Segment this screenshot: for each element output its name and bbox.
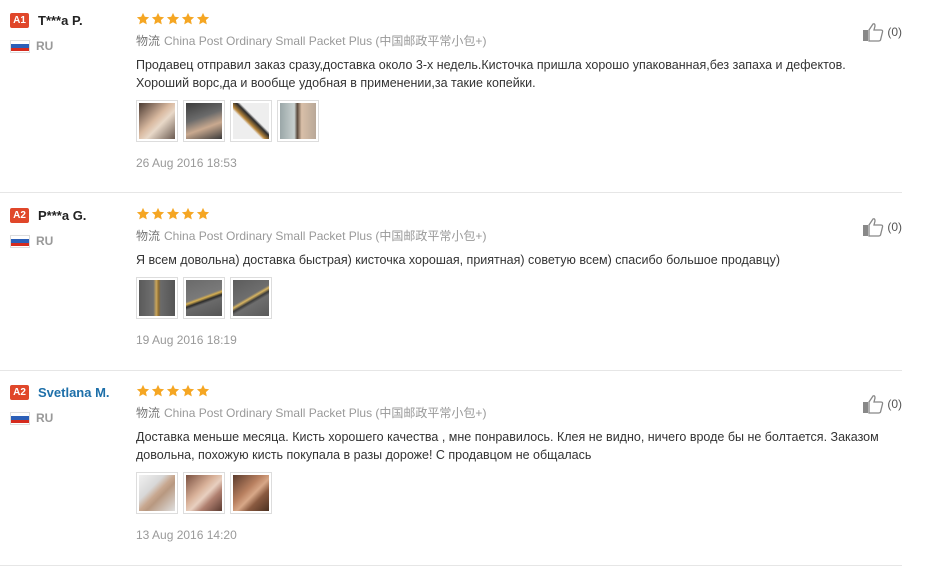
logistics-method: China Post Ordinary Small Packet Plus (中… <box>164 406 487 420</box>
star-icon <box>181 384 195 397</box>
rating-stars <box>136 10 896 28</box>
buyer-level-badge: A2 <box>10 384 29 400</box>
logistics-label: 物流 <box>136 229 161 243</box>
review-photo-thumbnail[interactable] <box>183 277 225 319</box>
star-icon <box>166 384 180 397</box>
logistics-label: 物流 <box>136 406 161 420</box>
logistics-info: 物流 China Post Ordinary Small Packet Plus … <box>136 404 896 422</box>
star-icon <box>136 384 150 397</box>
review-text: Я всем довольна) доставка быстрая) кисто… <box>136 253 780 267</box>
reviewer-country: RU <box>36 39 54 53</box>
star-icon <box>181 207 195 220</box>
reviewer-country: RU <box>36 411 54 425</box>
review-text: Доставка меньше месяца. Кисть хорошего к… <box>136 430 879 462</box>
star-icon <box>151 207 165 220</box>
review-item: A2 P***a G. RU 物流 China Post Ordinary Sma… <box>0 205 902 371</box>
review-photo-thumbnail[interactable] <box>230 472 272 514</box>
buyer-level-badge: A1 <box>10 12 29 28</box>
star-icon <box>196 207 210 220</box>
star-icon <box>136 12 150 25</box>
review-date: 13 Aug 2016 14:20 <box>136 528 237 542</box>
logistics-method: China Post Ordinary Small Packet Plus (中… <box>164 34 487 48</box>
review-photo-thumbnail[interactable] <box>183 472 225 514</box>
russia-flag-icon <box>10 234 30 248</box>
star-icon <box>196 12 210 25</box>
star-icon <box>166 12 180 25</box>
star-icon <box>151 12 165 25</box>
russia-flag-icon <box>10 411 30 425</box>
logistics-label: 物流 <box>136 34 161 48</box>
logistics-info: 物流 China Post Ordinary Small Packet Plus … <box>136 32 896 50</box>
thumbs-up-icon <box>863 395 884 414</box>
thumbs-up-icon <box>863 218 884 237</box>
star-icon <box>181 12 195 25</box>
reviewer-name[interactable]: Svetlana M. <box>38 385 110 400</box>
buyer-level-badge: A2 <box>10 207 29 223</box>
rating-stars <box>136 382 896 400</box>
review-content: 物流 China Post Ordinary Small Packet Plus … <box>136 10 896 170</box>
logistics-info: 物流 China Post Ordinary Small Packet Plus … <box>136 227 896 245</box>
reviewer-info: A2 P***a G. RU <box>10 205 130 249</box>
review-date: 26 Aug 2016 18:53 <box>136 156 237 170</box>
review-photo-thumbnail[interactable] <box>136 100 178 142</box>
review-photo-thumbnail[interactable] <box>136 472 178 514</box>
star-icon <box>151 384 165 397</box>
review-item: A2 Svetlana M. RU 物流 China Post Ordinary … <box>0 382 902 566</box>
review-content: 物流 China Post Ordinary Small Packet Plus … <box>136 205 896 347</box>
review-photo-thumbnail[interactable] <box>230 277 272 319</box>
review-photo-thumbnail[interactable] <box>183 100 225 142</box>
rating-stars <box>136 205 896 223</box>
russia-flag-icon <box>10 39 30 53</box>
star-icon <box>196 384 210 397</box>
review-item: A1 T***a P. RU 物流 China Post Ordinary Sma… <box>0 10 902 193</box>
reviewer-info: A1 T***a P. RU <box>10 10 130 54</box>
review-photos <box>136 277 896 319</box>
review-photo-thumbnail[interactable] <box>136 277 178 319</box>
review-text: Продавец отправил заказ сразу,доставка о… <box>136 58 846 90</box>
star-icon <box>166 207 180 220</box>
review-content: 物流 China Post Ordinary Small Packet Plus … <box>136 382 896 542</box>
reviewer-country: RU <box>36 234 54 248</box>
helpful-button[interactable]: (0) <box>862 217 902 237</box>
helpful-count: (0) <box>887 397 902 411</box>
helpful-button[interactable]: (0) <box>862 394 902 414</box>
helpful-count: (0) <box>887 25 902 39</box>
thumbs-up-icon <box>863 23 884 42</box>
reviewer-name: P***a G. <box>38 207 87 223</box>
review-photos <box>136 100 896 142</box>
star-icon <box>136 207 150 220</box>
review-date: 19 Aug 2016 18:19 <box>136 333 237 347</box>
review-photo-thumbnail[interactable] <box>230 100 272 142</box>
logistics-method: China Post Ordinary Small Packet Plus (中… <box>164 229 487 243</box>
helpful-button[interactable]: (0) <box>862 22 902 42</box>
reviewer-info: A2 Svetlana M. RU <box>10 382 130 426</box>
review-photos <box>136 472 896 514</box>
reviewer-name: T***a P. <box>38 12 83 28</box>
helpful-count: (0) <box>887 220 902 234</box>
review-photo-thumbnail[interactable] <box>277 100 319 142</box>
